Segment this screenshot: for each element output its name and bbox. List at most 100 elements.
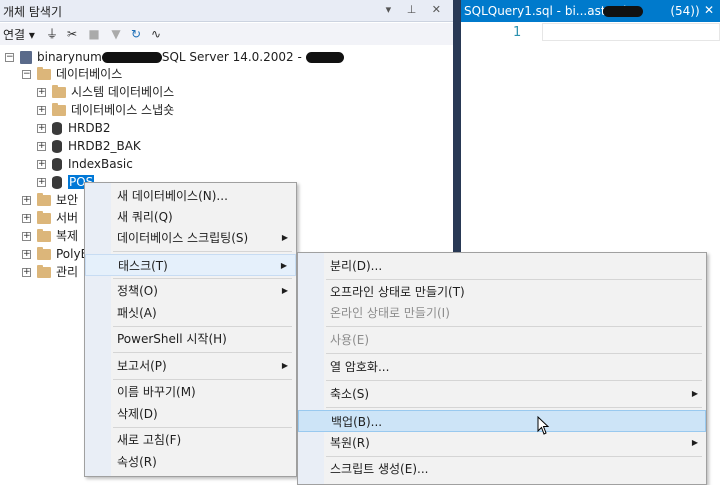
expand-icon[interactable]: + [22, 268, 31, 277]
folder-label: 보안 [56, 193, 79, 207]
submenu-item-enable[interactable]: 사용(E) [298, 329, 706, 351]
submenu-item-backup[interactable]: 백업(B)... [298, 410, 706, 432]
submenu-item-detach[interactable]: 분리(D)... [298, 255, 706, 277]
expand-icon[interactable]: + [22, 196, 31, 205]
menu-separator [326, 353, 702, 354]
menu-item-rename[interactable]: 이름 바꾸기(M) [85, 381, 296, 403]
menu-item-start-powershell[interactable]: PowerShell 시작(H) [85, 328, 296, 350]
tree-db-node[interactable]: + HRDB2_BAK [37, 137, 141, 155]
menu-item-facets[interactable]: 패싯(A) [85, 302, 296, 324]
menu-separator [326, 279, 702, 280]
submenu-item-bring-online[interactable]: 온라인 상태로 만들기(I) [298, 302, 706, 324]
menu-item-label: 백업(B)... [331, 415, 383, 429]
expand-icon[interactable]: + [37, 88, 46, 97]
menu-item-label: 새 데이터베이스(N)... [117, 189, 228, 203]
menu-item-label: 데이터베이스 스크립팅(S) [117, 231, 249, 245]
menu-item-refresh[interactable]: 새로 고침(F) [85, 429, 296, 451]
expand-icon[interactable]: + [22, 250, 31, 259]
menu-item-new-database[interactable]: 새 데이터베이스(N)... [85, 185, 296, 207]
menu-separator [113, 379, 292, 380]
server-icon [20, 51, 32, 64]
expand-icon[interactable]: + [37, 160, 46, 169]
database-icon [52, 140, 62, 153]
tree-snapshot-node[interactable]: + 데이터베이스 스냅숏 [37, 101, 174, 119]
folder-icon [37, 229, 51, 242]
menu-separator [326, 326, 702, 327]
menu-item-label: 정책(O) [117, 284, 158, 298]
menu-item-delete[interactable]: 삭제(D) [85, 403, 296, 425]
folder-icon [37, 265, 51, 278]
menu-separator [113, 251, 292, 252]
submenu-item-generate-scripts[interactable]: 스크립트 생성(E)... [298, 458, 706, 480]
editor-tab-label: SQLQuery1.sql - bi...aster ( [464, 4, 627, 18]
expand-icon[interactable]: + [37, 124, 46, 133]
disconnect-plug-icon[interactable]: ✂ [64, 26, 80, 42]
folder-icon [52, 103, 66, 116]
expand-icon[interactable]: + [37, 142, 46, 151]
tree-folder-node[interactable]: + 보안 [22, 191, 78, 209]
submenu-item-shrink[interactable]: 축소(S) ▶ [298, 383, 706, 405]
databases-label: 데이터베이스 [56, 67, 123, 81]
connect-plug-icon[interactable]: ⏚ [44, 26, 60, 42]
system-db-label: 시스템 데이터베이스 [71, 85, 175, 99]
menu-item-new-query[interactable]: 새 쿼리(Q) [85, 206, 296, 228]
menu-item-properties[interactable]: 속성(R) [85, 451, 296, 473]
collapse-icon[interactable]: − [5, 53, 14, 62]
folder-label: 서버 [56, 211, 79, 225]
tree-server-node[interactable]: − binarynum SQL Server 14.0.2002 - [5, 48, 344, 66]
tree-databases-node[interactable]: − 데이터베이스 [22, 65, 122, 83]
submenu-arrow-icon: ▶ [281, 361, 288, 370]
tree-folder-node[interactable]: + 복제 [22, 227, 78, 245]
tree-db-node[interactable]: + HRDB2 [37, 119, 110, 137]
editor-tab-suffix: (54)) [670, 4, 700, 18]
line-number: 1 [513, 25, 522, 40]
menu-item-label: 스크립트 생성(E)... [330, 462, 429, 476]
submenu-item-restore[interactable]: 복원(R) ▶ [298, 432, 706, 454]
stop-icon[interactable]: ■ [86, 26, 102, 42]
db-label: HRDB2_BAK [68, 139, 141, 153]
menu-item-label: 복원(R) [330, 436, 370, 450]
submenu-item-encrypt-columns[interactable]: 열 암호화... [298, 356, 706, 378]
menu-item-policies[interactable]: 정책(O) ▶ [85, 280, 296, 302]
object-explorer-titlebar: 개체 탐색기 ▾ ⊥ ✕ [0, 0, 453, 22]
panel-window-buttons[interactable]: ▾ ⊥ ✕ [386, 3, 447, 16]
tree-system-db-node[interactable]: + 시스템 데이터베이스 [37, 83, 174, 101]
tree-folder-node[interactable]: + 관리 [22, 263, 78, 281]
refresh-icon[interactable]: ↻ [128, 26, 144, 42]
expand-icon[interactable]: + [37, 178, 46, 187]
tree-folder-node[interactable]: + PolyB [22, 245, 89, 263]
server-label: SQL Server 14.0.2002 - [161, 50, 302, 64]
submenu-arrow-icon: ▶ [691, 438, 698, 447]
menu-item-label: 분리(D)... [330, 259, 383, 273]
folder-label: 관리 [56, 265, 79, 279]
menu-separator [113, 326, 292, 327]
editor-tab[interactable]: SQLQuery1.sql - bi...aster ( (54)) ✕ [461, 0, 720, 22]
collapse-icon[interactable]: − [22, 70, 31, 79]
redacted-block [101, 52, 162, 63]
tasks-submenu: 분리(D)... 오프라인 상태로 만들기(T) 온라인 상태로 만들기(I) … [297, 252, 707, 485]
tree-db-node[interactable]: + IndexBasic [37, 155, 133, 173]
tree-folder-node[interactable]: + 서버 [22, 209, 78, 227]
close-tab-icon[interactable]: ✕ [704, 3, 714, 17]
activity-monitor-icon[interactable]: ∿ [148, 26, 164, 42]
submenu-arrow-icon: ▶ [280, 261, 287, 270]
folder-icon [37, 247, 51, 260]
submenu-item-take-offline[interactable]: 오프라인 상태로 만들기(T) [298, 281, 706, 303]
expand-icon[interactable]: + [22, 232, 31, 241]
connect-dropdown[interactable]: 연결 ▾ [3, 26, 35, 43]
submenu-arrow-icon: ▶ [281, 233, 288, 242]
server-name-start: binarynum [37, 50, 102, 64]
filter-icon[interactable]: ▼ [108, 26, 124, 42]
expand-icon[interactable]: + [37, 106, 46, 115]
snapshot-label: 데이터베이스 스냅숏 [71, 103, 175, 117]
menu-item-tasks[interactable]: 태스크(T) ▶ [85, 254, 296, 276]
expand-icon[interactable]: + [22, 214, 31, 223]
current-line-highlight [542, 23, 720, 41]
redacted-block [603, 6, 643, 17]
menu-item-reports[interactable]: 보고서(P) ▶ [85, 355, 296, 377]
menu-separator [326, 380, 702, 381]
mouse-cursor-icon [537, 415, 550, 435]
menu-item-script-database[interactable]: 데이터베이스 스크립팅(S) ▶ [85, 227, 296, 249]
db-label: IndexBasic [68, 157, 133, 171]
menu-item-label: 새로 고침(F) [117, 433, 182, 447]
